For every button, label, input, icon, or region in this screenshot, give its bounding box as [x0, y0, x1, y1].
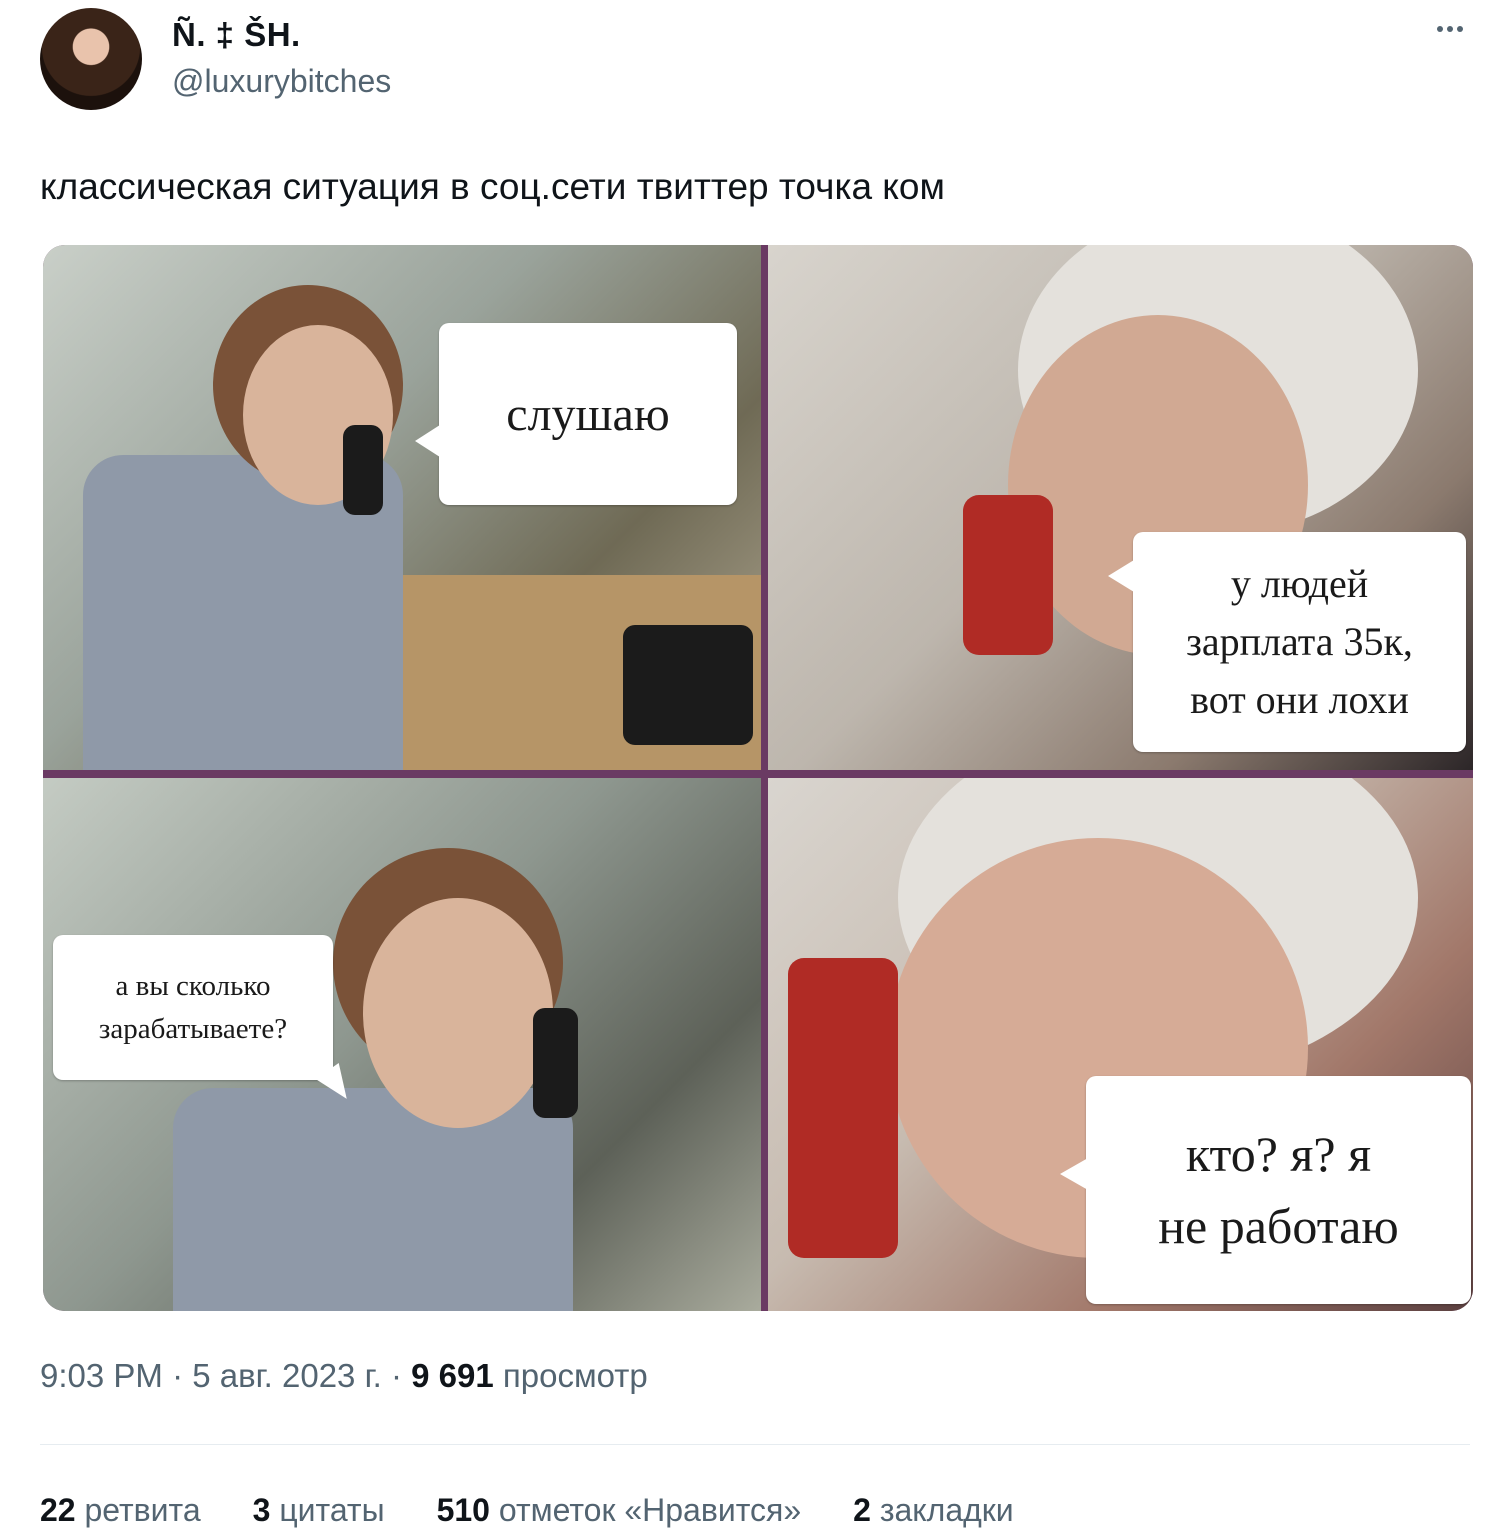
views-label: просмотр — [502, 1357, 648, 1394]
more-options-button[interactable] — [1428, 14, 1472, 44]
more-horizontal-icon — [1437, 26, 1443, 32]
tweet-time[interactable]: 9:03 PM — [40, 1357, 163, 1394]
speech-bubble: слушаю — [439, 323, 737, 505]
bubble-line: не работаю — [1158, 1198, 1399, 1254]
bookmarks-label: закладки — [879, 1492, 1014, 1528]
likes-label: отметок «Нравится» — [498, 1492, 802, 1528]
bubble-line: вот они лохи — [1190, 677, 1409, 722]
more-icon-dot — [1457, 26, 1463, 32]
phone-receiver — [963, 495, 1053, 655]
phone-receiver — [788, 958, 898, 1258]
likes-count: 510 — [436, 1492, 490, 1528]
more-icon-dot — [1447, 26, 1453, 32]
display-name[interactable]: Ñ. ‡ ŠH. — [172, 16, 301, 54]
divider — [40, 1444, 1470, 1445]
meta-separator: · — [390, 1357, 402, 1394]
quotes-stat[interactable]: 3 цитаты — [253, 1492, 385, 1536]
bookmarks-stat[interactable]: 2 закладки — [853, 1492, 1014, 1536]
bubble-line: а вы сколько — [115, 969, 271, 1002]
bubble-line: кто? я? я — [1185, 1126, 1372, 1182]
tweet-text: классическая ситуация в соц.сети твиттер… — [40, 166, 945, 207]
face — [363, 898, 553, 1128]
likes-stat[interactable]: 510 отметок «Нравится» — [437, 1492, 802, 1536]
tweet-media-image[interactable]: слушаю у людей зарплата 35к, вот они лох… — [43, 245, 1473, 1311]
meta-separator: · — [172, 1357, 184, 1394]
desk-phone — [623, 625, 753, 745]
bubble-tail — [415, 423, 443, 459]
meme-panel-2: у людей зарплата 35к, вот они лохи — [768, 245, 1473, 770]
speech-bubble: а вы сколько зарабатываете? — [53, 935, 333, 1080]
views-count: 9 691 — [411, 1357, 494, 1394]
bubble-line: зарплата 35к, — [1186, 619, 1413, 664]
avatar[interactable] — [40, 8, 142, 110]
meme-panel-1: слушаю — [43, 245, 761, 770]
quotes-count: 3 — [252, 1492, 271, 1528]
bubble-tail — [1060, 1158, 1088, 1190]
phone-receiver — [533, 1008, 578, 1118]
bubble-text: кто? я? я не работаю — [1158, 1118, 1398, 1262]
uniform — [173, 1088, 573, 1311]
retweets-count: 22 — [40, 1492, 76, 1528]
bubble-tail — [1108, 560, 1134, 592]
speech-bubble: у людей зарплата 35к, вот они лохи — [1133, 532, 1466, 752]
bubble-line: у людей — [1230, 561, 1369, 606]
retweets-stat[interactable]: 22 ретвита — [40, 1492, 201, 1536]
tweet-date[interactable]: 5 авг. 2023 г. — [192, 1357, 382, 1394]
meme-panel-4: кто? я? я не работаю — [768, 778, 1473, 1311]
bubble-line: зарабатываете? — [98, 1012, 288, 1045]
phone-receiver — [343, 425, 383, 515]
bubble-text: а вы сколько зарабатываете? — [99, 965, 287, 1051]
user-handle[interactable]: @luxurybitches — [172, 63, 391, 100]
bookmarks-count: 2 — [853, 1492, 871, 1528]
tweet-meta: 9:03 PM · 5 авг. 2023 г. · 9 691 просмот… — [40, 1357, 648, 1395]
bubble-text: у людей зарплата 35к, вот они лохи — [1186, 555, 1413, 729]
tweet: Ñ. ‡ ŠH. @luxurybitches классическая сит… — [0, 0, 1500, 1536]
meme-panel-3: а вы сколько зарабатываете? — [43, 778, 761, 1311]
retweets-label: ретвита — [84, 1492, 201, 1528]
quotes-label: цитаты — [279, 1492, 385, 1528]
speech-bubble: кто? я? я не работаю — [1086, 1076, 1471, 1304]
tweet-stats: 22 ретвита 3 цитаты 510 отметок «Нравитс… — [40, 1492, 1014, 1536]
